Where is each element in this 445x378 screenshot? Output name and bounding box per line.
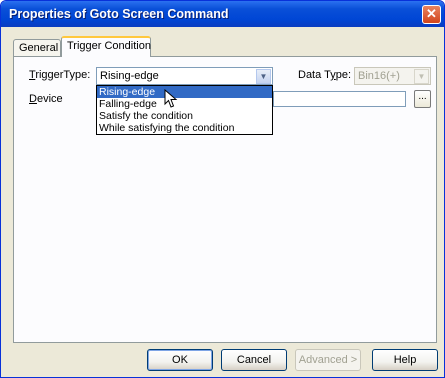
ok-button[interactable]: OK bbox=[147, 349, 213, 371]
close-icon: ✕ bbox=[426, 6, 437, 21]
window-title: Properties of Goto Screen Command bbox=[9, 7, 229, 21]
option-while-satisfying[interactable]: While satisfying the condition bbox=[97, 122, 272, 134]
mouse-pointer-icon bbox=[164, 89, 178, 108]
tab-general[interactable]: General bbox=[13, 39, 61, 56]
device-label: Device bbox=[29, 93, 63, 105]
chevron-down-icon[interactable]: ▼ bbox=[256, 69, 271, 84]
title-bar[interactable]: Properties of Goto Screen Command ✕ bbox=[1, 1, 444, 27]
properties-dialog: Properties of Goto Screen Command ✕ Gene… bbox=[0, 0, 445, 378]
help-button[interactable]: Help bbox=[372, 349, 438, 371]
data-type-value: Bin16(+) bbox=[358, 70, 400, 82]
option-satisfy-condition[interactable]: Satisfy the condition bbox=[97, 110, 272, 122]
option-falling-edge[interactable]: Falling-edge bbox=[97, 98, 272, 110]
data-type-select: Bin16(+) ▼ bbox=[354, 67, 431, 85]
tab-trigger-condition[interactable]: Trigger Condition bbox=[61, 36, 151, 57]
device-input[interactable] bbox=[273, 91, 406, 107]
close-button[interactable]: ✕ bbox=[422, 5, 441, 24]
chevron-down-icon: ▼ bbox=[414, 69, 429, 84]
cancel-button[interactable]: Cancel bbox=[221, 349, 287, 371]
device-browse-button[interactable]: ... bbox=[414, 90, 431, 108]
trigger-type-label: TriggerType: bbox=[29, 69, 91, 81]
trigger-type-select[interactable]: Rising-edge ▼ bbox=[96, 67, 273, 85]
trigger-type-dropdown-list: Rising-edge Falling-edge Satisfy the con… bbox=[96, 85, 273, 135]
advanced-button: Advanced > bbox=[295, 349, 361, 371]
option-rising-edge[interactable]: Rising-edge bbox=[97, 86, 272, 98]
data-type-label: Data Type: bbox=[298, 69, 352, 81]
trigger-type-value: Rising-edge bbox=[100, 70, 159, 82]
